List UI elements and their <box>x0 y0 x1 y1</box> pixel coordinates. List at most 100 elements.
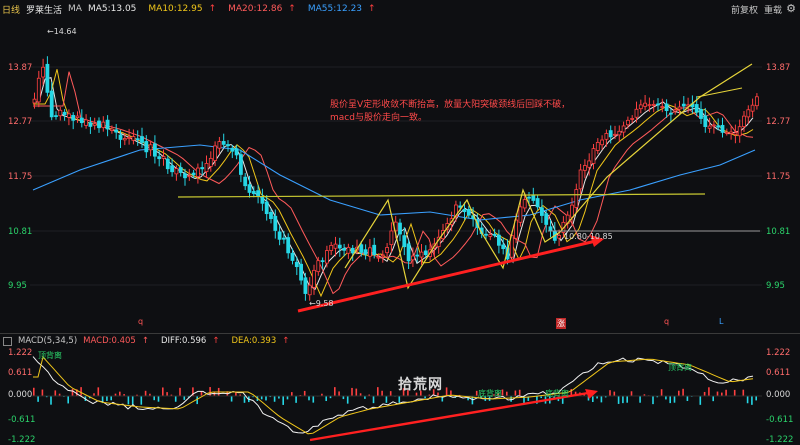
analysis-line-2: macd与股价走向一致。 <box>330 112 570 125</box>
macd-name[interactable]: MACD(5,34,5) <box>18 336 77 346</box>
candle-body <box>708 126 711 128</box>
candle-body <box>67 114 70 118</box>
macd-histogram-bar <box>80 387 82 396</box>
candle-body <box>648 105 651 106</box>
candle-body <box>231 148 234 151</box>
candle-body <box>343 248 346 250</box>
candle-body <box>59 110 62 115</box>
macd-histogram-bar <box>166 392 168 396</box>
candle-body <box>618 131 621 135</box>
macd-histogram-bar <box>50 396 52 405</box>
macd-histogram-bar <box>55 390 57 396</box>
macd-header: MACD(5,34,5) MACD:0.405↑ DIFF:0.596↑ DEA… <box>0 335 800 347</box>
candle-body <box>347 247 350 253</box>
candle-body <box>321 261 324 262</box>
candle-body <box>712 125 715 126</box>
macd-histogram-bar <box>209 387 211 396</box>
candle-body <box>123 138 126 139</box>
candle-body <box>188 176 191 177</box>
candle-body <box>540 208 543 216</box>
range-label: 10.80-10.85 <box>564 232 613 241</box>
macd-histogram-bar <box>704 392 706 396</box>
marker-rise: 涨 <box>556 318 566 329</box>
macd-histogram-bar <box>325 396 327 401</box>
candle-body <box>622 126 625 132</box>
macd-histogram-bar <box>274 396 276 402</box>
macd-histogram-bar <box>390 391 392 396</box>
macd-histogram-bar <box>743 390 745 396</box>
candle-body <box>725 132 728 133</box>
candle-body <box>626 120 629 124</box>
macd-axis-right-2: 0.000 <box>766 390 790 400</box>
candle-body <box>497 235 500 245</box>
macd-histogram-bar <box>356 389 358 396</box>
candle-body <box>592 149 595 164</box>
candle-body <box>416 255 419 256</box>
candle-body <box>755 97 758 106</box>
diff-text: DIFF:0.596 <box>161 336 206 346</box>
macd-histogram-bar <box>119 392 121 396</box>
candle-body <box>407 244 410 261</box>
watermark: 拾荒网 <box>398 374 443 394</box>
price-axis-right-4: 9.95 <box>766 281 785 291</box>
macd-histogram-bar <box>725 390 727 396</box>
candle-body <box>119 135 122 139</box>
candle-body <box>325 251 328 263</box>
macd-histogram-bar <box>287 396 289 399</box>
candle-body <box>175 169 178 174</box>
candle-body <box>545 214 548 225</box>
macd-histogram-bar <box>128 396 130 404</box>
macd-histogram-bar <box>717 392 719 396</box>
candle-body <box>377 257 380 258</box>
candle-body <box>536 199 539 207</box>
price-axis-left-1: 12.77 <box>8 117 32 127</box>
candle-body <box>674 110 677 111</box>
macd-histogram-bar <box>33 388 35 396</box>
macd-histogram-bar <box>700 396 702 405</box>
candle-body <box>55 116 58 117</box>
candle-body <box>162 157 165 159</box>
candle-body <box>153 144 156 156</box>
candle-body <box>179 168 182 173</box>
candle-body <box>196 168 199 177</box>
candle-body <box>424 251 427 255</box>
candle-body <box>579 170 582 189</box>
macd-histogram-bar <box>175 396 177 402</box>
candle-body <box>37 78 40 102</box>
price-axis-right-3: 10.81 <box>766 227 790 237</box>
candle-body <box>373 245 376 254</box>
candle-body <box>605 133 608 139</box>
macd-histogram-bar <box>106 396 108 401</box>
candle-body <box>631 118 634 119</box>
candle-body <box>411 256 414 260</box>
macd-histogram-bar <box>313 396 315 403</box>
high-value: 14.64 <box>54 27 77 36</box>
candlestick-chart[interactable] <box>0 0 800 333</box>
macd-histogram-bar <box>265 396 267 400</box>
candle-body <box>42 67 45 77</box>
candle-body <box>291 253 294 260</box>
candle-body <box>743 116 746 126</box>
candle-body <box>222 141 225 144</box>
price-axis-left-3: 10.81 <box>8 227 32 237</box>
macd-histogram-bar <box>153 396 155 400</box>
candle-body <box>601 140 604 145</box>
candle-body <box>132 137 135 141</box>
candle-body <box>403 236 406 247</box>
candle-body <box>751 105 754 111</box>
candle-body <box>502 245 505 249</box>
candle-body <box>730 132 733 133</box>
indicator-toggle-icon[interactable] <box>3 337 12 346</box>
analysis-line-1: 股价呈V定形收敛不断抬高，放量大阳突破颈线后回踩不破， <box>330 99 570 112</box>
macd-histogram-bar <box>669 396 671 403</box>
candle-body <box>386 247 389 252</box>
macd-histogram-bar <box>678 391 680 396</box>
macd-histogram-bar <box>184 396 186 400</box>
macd-histogram-bar <box>373 396 375 403</box>
candle-body <box>252 191 255 193</box>
macd-histogram-bar <box>291 392 293 396</box>
macd-histogram-bar <box>506 392 508 396</box>
candle-body <box>420 252 423 257</box>
up-arrow-icon: ↑ <box>212 336 219 346</box>
macd-histogram-bar <box>231 396 233 402</box>
